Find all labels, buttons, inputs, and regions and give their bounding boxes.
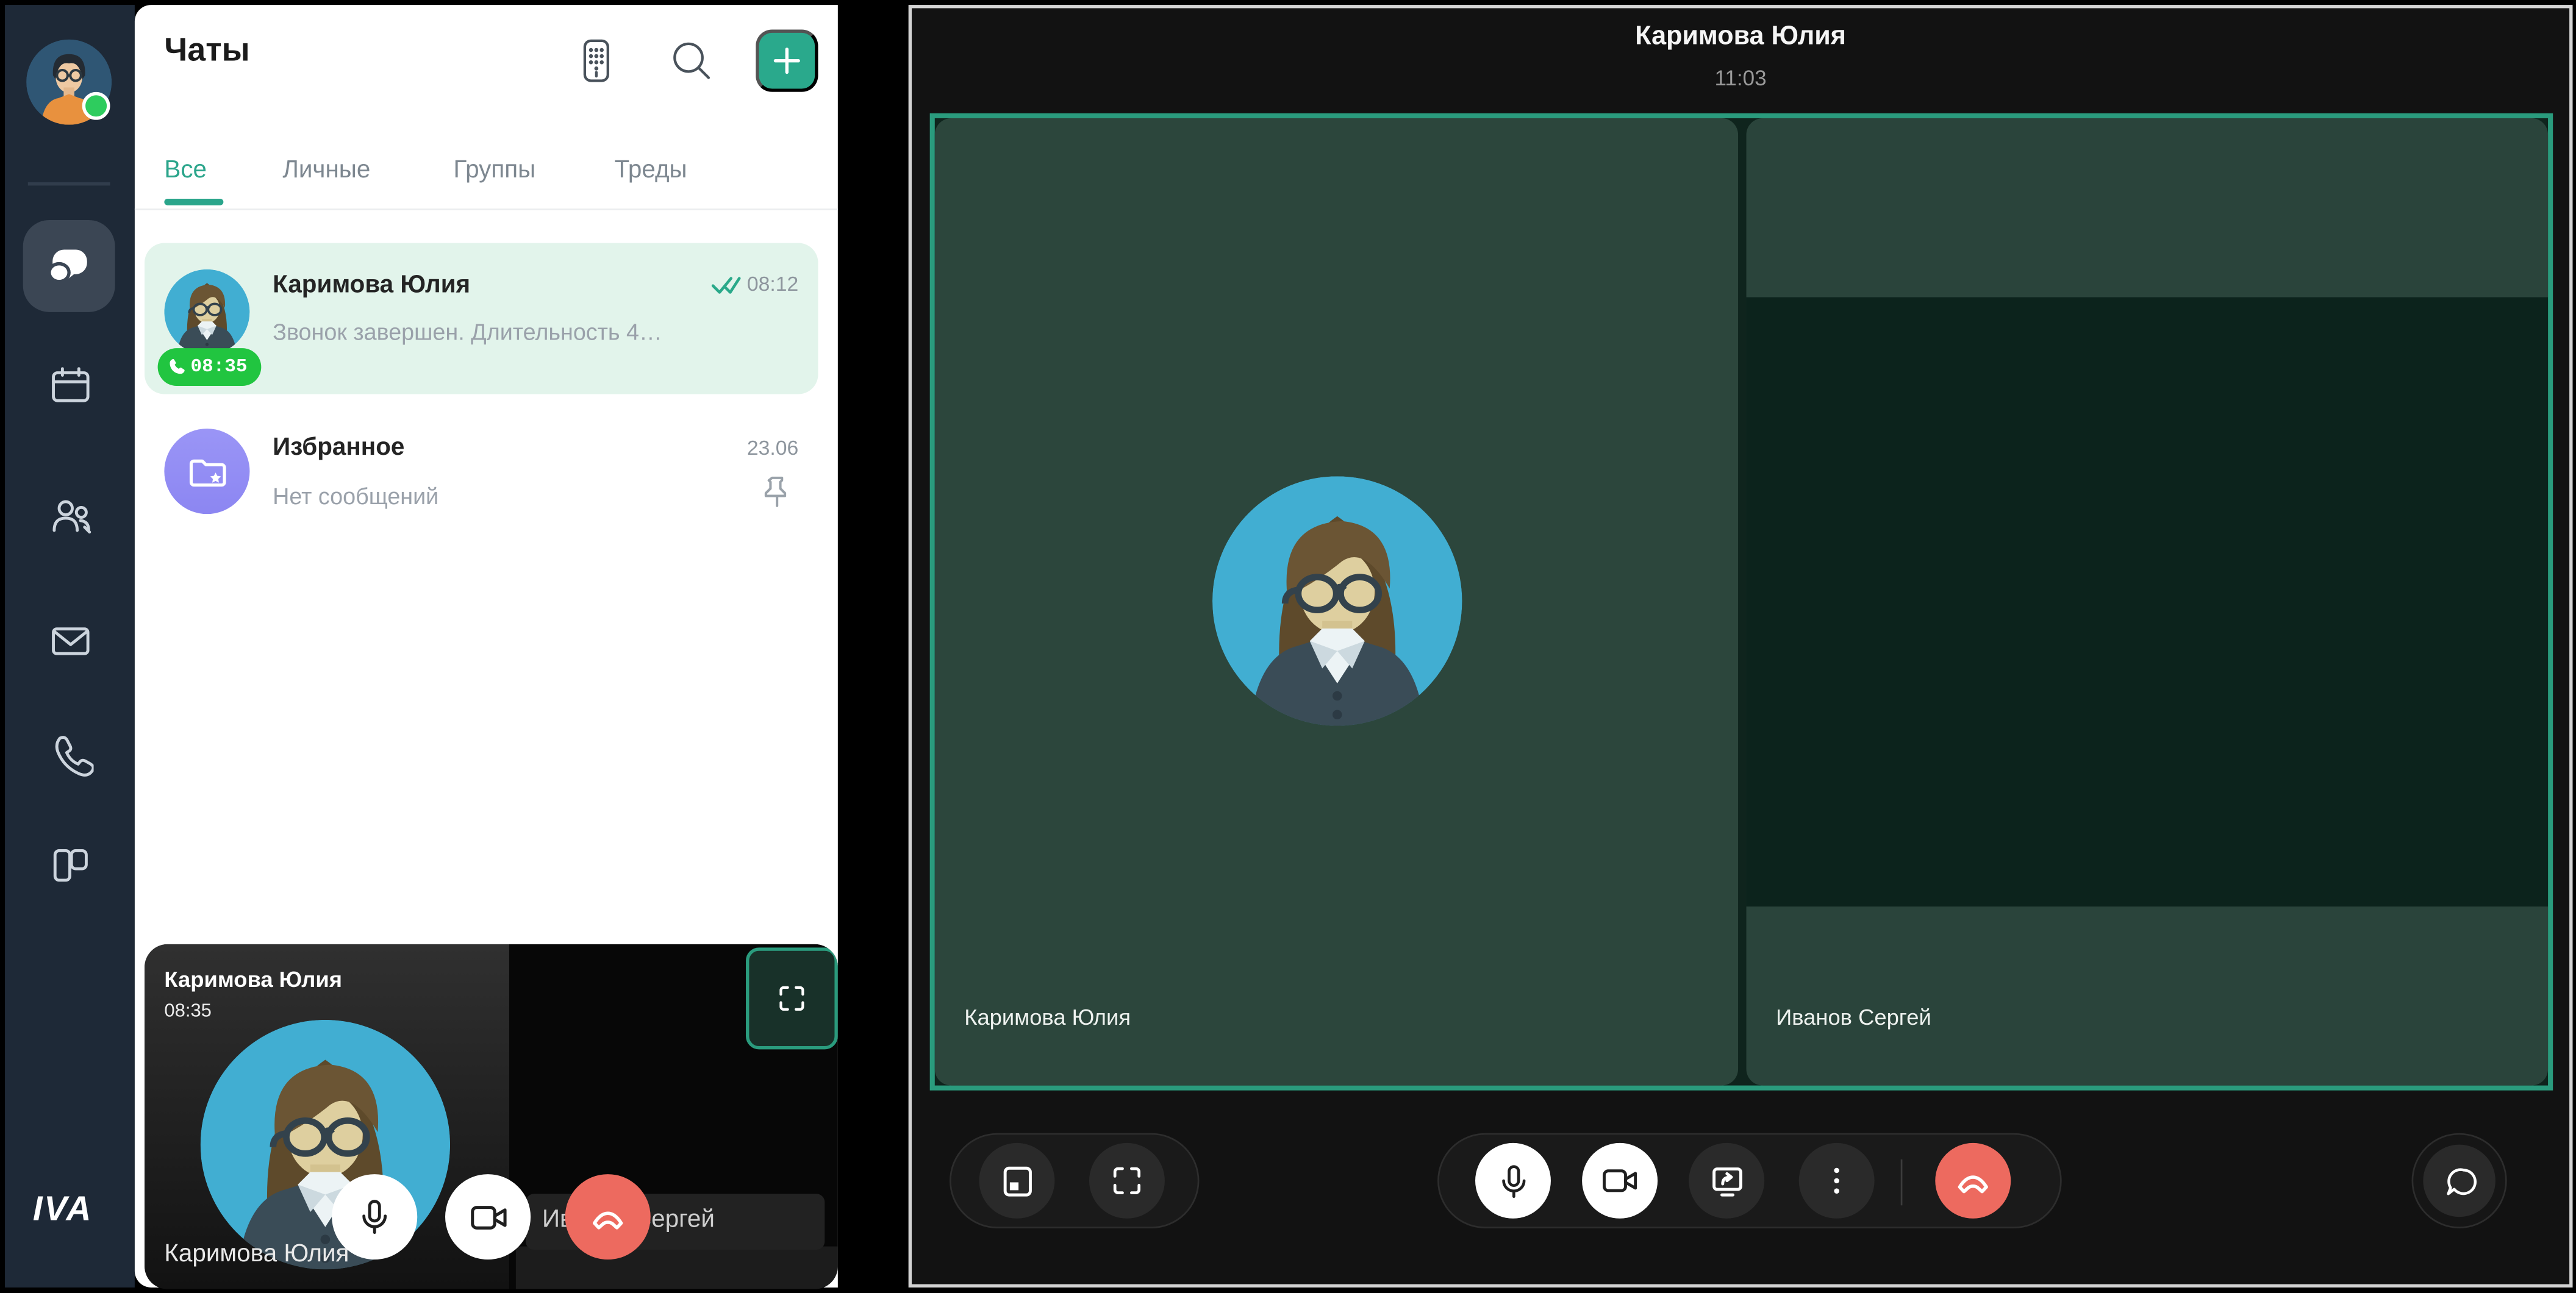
chat-time: 08:12 [747, 272, 798, 296]
dialpad-button[interactable] [571, 36, 621, 85]
chats-icon [45, 241, 94, 291]
video-feed-area [1747, 297, 2548, 907]
chat-time: 23.06 [747, 437, 798, 460]
chat-preview: Нет сообщений [273, 483, 798, 509]
mini-call-title: Каримова Юлия [164, 967, 342, 992]
mini-hangup-button[interactable] [565, 1174, 651, 1259]
chat-preview: Звонок завершен. Длительность 4… [273, 319, 798, 345]
sidebar-item-contacts[interactable] [46, 491, 93, 538]
avatar [1212, 476, 1461, 725]
contacts-icon [47, 492, 93, 538]
chat-list-item-karimova[interactable]: Каримова Юлия 08:12 Звонок завершен. Дли… [145, 243, 818, 394]
sidebar: IVA [5, 5, 135, 1288]
chat-name: Каримова Юлия [273, 271, 470, 299]
picture-in-picture-button[interactable] [979, 1143, 1055, 1219]
mini-bottom-strip [516, 1247, 838, 1289]
camera-icon [467, 1196, 508, 1237]
tab-threads[interactable]: Треды [614, 156, 687, 184]
mini-call-duration: 08:35 [164, 1002, 212, 1021]
online-status-dot [82, 92, 110, 120]
pinned-icon [764, 475, 790, 518]
chat-name: Избранное [273, 433, 404, 461]
chat-meta: 23.06 [747, 437, 798, 460]
fullscreen-icon [775, 982, 808, 1015]
more-options-icon [1820, 1164, 1853, 1197]
search-icon [667, 36, 717, 85]
mail-icon [47, 617, 93, 663]
tab-personal[interactable]: Личные [282, 156, 370, 184]
mic-button[interactable] [1475, 1143, 1551, 1219]
apps-icon [47, 842, 93, 888]
phone-icon [47, 730, 93, 775]
chat-list-item-favorites[interactable]: Избранное 23.06 Нет сообщений [145, 412, 818, 544]
controls-divider [1901, 1159, 1903, 1205]
call-title: Каримова Юлия [912, 23, 2569, 52]
video-stage: Каримова Юлия Иванов Сергей [930, 113, 2553, 1091]
call-elapsed-time: 11:03 [912, 66, 2569, 90]
sidebar-item-apps[interactable] [46, 841, 93, 888]
chat-panel: Чаты Все Личные Группы Треды [135, 5, 838, 1288]
sidebar-item-chats[interactable] [23, 220, 115, 312]
more-options-button[interactable] [1799, 1143, 1875, 1219]
calendar-icon [47, 362, 93, 408]
mini-call-window: Каримова Юлия Иванов Сергей Каримова Юли… [145, 944, 838, 1289]
chat-button-inner [2423, 1145, 2496, 1217]
participant-name: Каримова Юлия [164, 1240, 349, 1268]
fullscreen-icon [1109, 1163, 1145, 1199]
hangup-icon [1952, 1159, 1994, 1202]
sidebar-item-calendar[interactable] [46, 362, 93, 409]
iva-logo: IVA [33, 1191, 93, 1230]
tab-groups[interactable]: Группы [453, 156, 535, 184]
phone-badge-icon [168, 358, 186, 376]
call-window: Каримова Юлия 11:03 Каримова Юлия Иванов… [909, 5, 2573, 1288]
picture-in-picture-icon [998, 1162, 1036, 1200]
sidebar-item-calls[interactable] [46, 729, 93, 777]
call-duration: 08:35 [190, 357, 247, 378]
favorites-avatar [164, 429, 249, 514]
participant-name: Иванов Сергей [1776, 1005, 1931, 1030]
camera-button[interactable] [1582, 1143, 1658, 1219]
call-duration-badge: 08:35 [158, 348, 260, 386]
active-tab-underline [164, 199, 223, 204]
fullscreen-button[interactable] [1089, 1143, 1165, 1219]
chat-bubble-icon [2442, 1164, 2477, 1199]
mini-expand-button[interactable] [746, 947, 838, 1049]
participant-name: Каримова Юлия [964, 1005, 1131, 1030]
dialpad-icon [571, 36, 621, 85]
sidebar-divider [28, 182, 110, 185]
sidebar-item-mail[interactable] [46, 616, 93, 663]
screen-share-icon [1708, 1162, 1745, 1200]
mini-mic-button[interactable] [332, 1174, 417, 1259]
camera-icon [1600, 1161, 1640, 1201]
video-tile-karimova: Каримова Юлия [935, 118, 1738, 1086]
mini-camera-button[interactable] [445, 1174, 531, 1259]
view-controls-group [950, 1133, 1199, 1228]
hangup-icon [587, 1195, 629, 1238]
microphone-icon [355, 1197, 395, 1237]
tabs-divider [135, 208, 838, 210]
folder-star-icon [185, 449, 229, 494]
open-chat-button[interactable] [2411, 1133, 2506, 1228]
video-tile-ivanov: Иванов Сергей [1747, 118, 2548, 1086]
page-title: Чаты [164, 33, 249, 71]
hangup-button[interactable] [1935, 1143, 2011, 1219]
plus-icon [772, 46, 801, 75]
app-screen: IVA Чаты Все Личные [0, 0, 2576, 1293]
avatar [164, 269, 249, 355]
search-button[interactable] [667, 36, 717, 85]
call-controls-group [1437, 1133, 2062, 1228]
new-chat-button[interactable] [756, 29, 818, 91]
tab-all[interactable]: Все [164, 156, 207, 184]
chat-meta: 08:12 [711, 272, 799, 296]
double-check-icon [711, 275, 740, 293]
screen-share-button[interactable] [1689, 1143, 1764, 1219]
microphone-icon [1494, 1162, 1532, 1200]
